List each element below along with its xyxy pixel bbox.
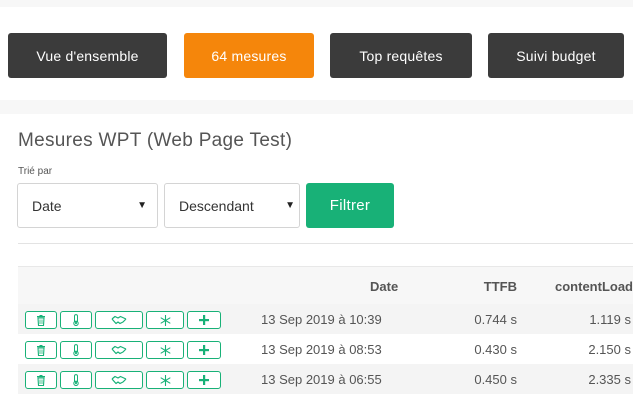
snowflake-icon — [160, 344, 170, 356]
nav-divider-band — [0, 100, 633, 114]
freeze-button[interactable] — [146, 371, 184, 389]
add-button[interactable] — [187, 371, 221, 389]
row-content-load: 2.150 s — [588, 342, 631, 357]
sort-label: Trié par — [18, 166, 53, 177]
delete-button[interactable] — [25, 371, 57, 389]
header-content-load[interactable]: contentLoad — [555, 279, 633, 294]
trash-icon — [37, 374, 45, 386]
tab-overview-label: Vue d'ensemble — [36, 47, 139, 64]
snowflake-icon — [160, 374, 170, 386]
trash-icon — [37, 344, 45, 356]
table-header: Date TTFB contentLoad — [18, 266, 633, 304]
dropdown-arrow-icon: ▼ — [137, 200, 147, 211]
freeze-button[interactable] — [146, 341, 184, 359]
row-actions — [25, 311, 221, 329]
row-ttfb: 0.430 s — [474, 342, 517, 357]
thermometer-button[interactable] — [60, 341, 92, 359]
row-content-load: 1.119 s — [589, 312, 631, 327]
plus-icon — [199, 345, 209, 355]
sort-order-select[interactable]: Descendant ▼ — [164, 183, 300, 228]
filter-button-label: Filtrer — [329, 197, 371, 214]
row-actions — [25, 341, 221, 359]
header-ttfb[interactable]: TTFB — [484, 279, 517, 294]
add-button[interactable] — [187, 341, 221, 359]
plus-icon — [199, 315, 209, 325]
top-band — [0, 0, 633, 7]
tab-overview[interactable]: Vue d'ensemble — [8, 33, 167, 78]
filter-button[interactable]: Filtrer — [306, 183, 394, 228]
tab-budget-tracking[interactable]: Suivi budget — [488, 33, 624, 78]
thermometer-button[interactable] — [60, 371, 92, 389]
compare-button[interactable] — [95, 311, 143, 329]
tab-measures[interactable]: 64 mesures — [184, 33, 314, 78]
handshake-icon — [111, 315, 127, 325]
row-actions — [25, 371, 221, 389]
delete-button[interactable] — [25, 341, 57, 359]
thermometer-button[interactable] — [60, 311, 92, 329]
header-date[interactable]: Date — [370, 279, 398, 294]
table-row: 13 Sep 2019 à 06:55 0.450 s 2.335 s — [18, 364, 633, 394]
trash-icon — [37, 314, 45, 326]
delete-button[interactable] — [25, 311, 57, 329]
snowflake-icon — [160, 314, 170, 326]
tab-top-requests[interactable]: Top requêtes — [330, 33, 472, 78]
thermometer-icon — [73, 374, 79, 386]
dropdown-arrow-icon: ▼ — [285, 200, 295, 211]
row-date: 13 Sep 2019 à 10:39 — [261, 312, 382, 327]
handshake-icon — [111, 375, 127, 385]
row-ttfb: 0.744 s — [474, 312, 517, 327]
table-row: 13 Sep 2019 à 10:39 0.744 s 1.119 s — [18, 304, 633, 334]
row-content-load: 2.335 s — [588, 372, 631, 387]
tab-measures-label: 64 mesures — [211, 47, 287, 64]
page-title: Mesures WPT (Web Page Test) — [18, 130, 293, 151]
plus-icon — [199, 375, 209, 385]
sort-order-value: Descendant — [179, 197, 254, 214]
sort-field-value: Date — [32, 197, 62, 214]
tab-top-requests-label: Top requêtes — [359, 47, 443, 64]
add-button[interactable] — [187, 311, 221, 329]
row-date: 13 Sep 2019 à 08:53 — [261, 342, 382, 357]
freeze-button[interactable] — [146, 311, 184, 329]
row-ttfb: 0.450 s — [474, 372, 517, 387]
row-date: 13 Sep 2019 à 06:55 — [261, 372, 382, 387]
section-divider — [18, 243, 633, 244]
tab-budget-tracking-label: Suivi budget — [516, 47, 596, 64]
thermometer-icon — [73, 344, 79, 356]
compare-button[interactable] — [95, 341, 143, 359]
handshake-icon — [111, 345, 127, 355]
table-row: 13 Sep 2019 à 08:53 0.430 s 2.150 s — [18, 334, 633, 364]
sort-field-select[interactable]: Date ▼ — [17, 183, 158, 228]
compare-button[interactable] — [95, 371, 143, 389]
thermometer-icon — [73, 314, 79, 326]
